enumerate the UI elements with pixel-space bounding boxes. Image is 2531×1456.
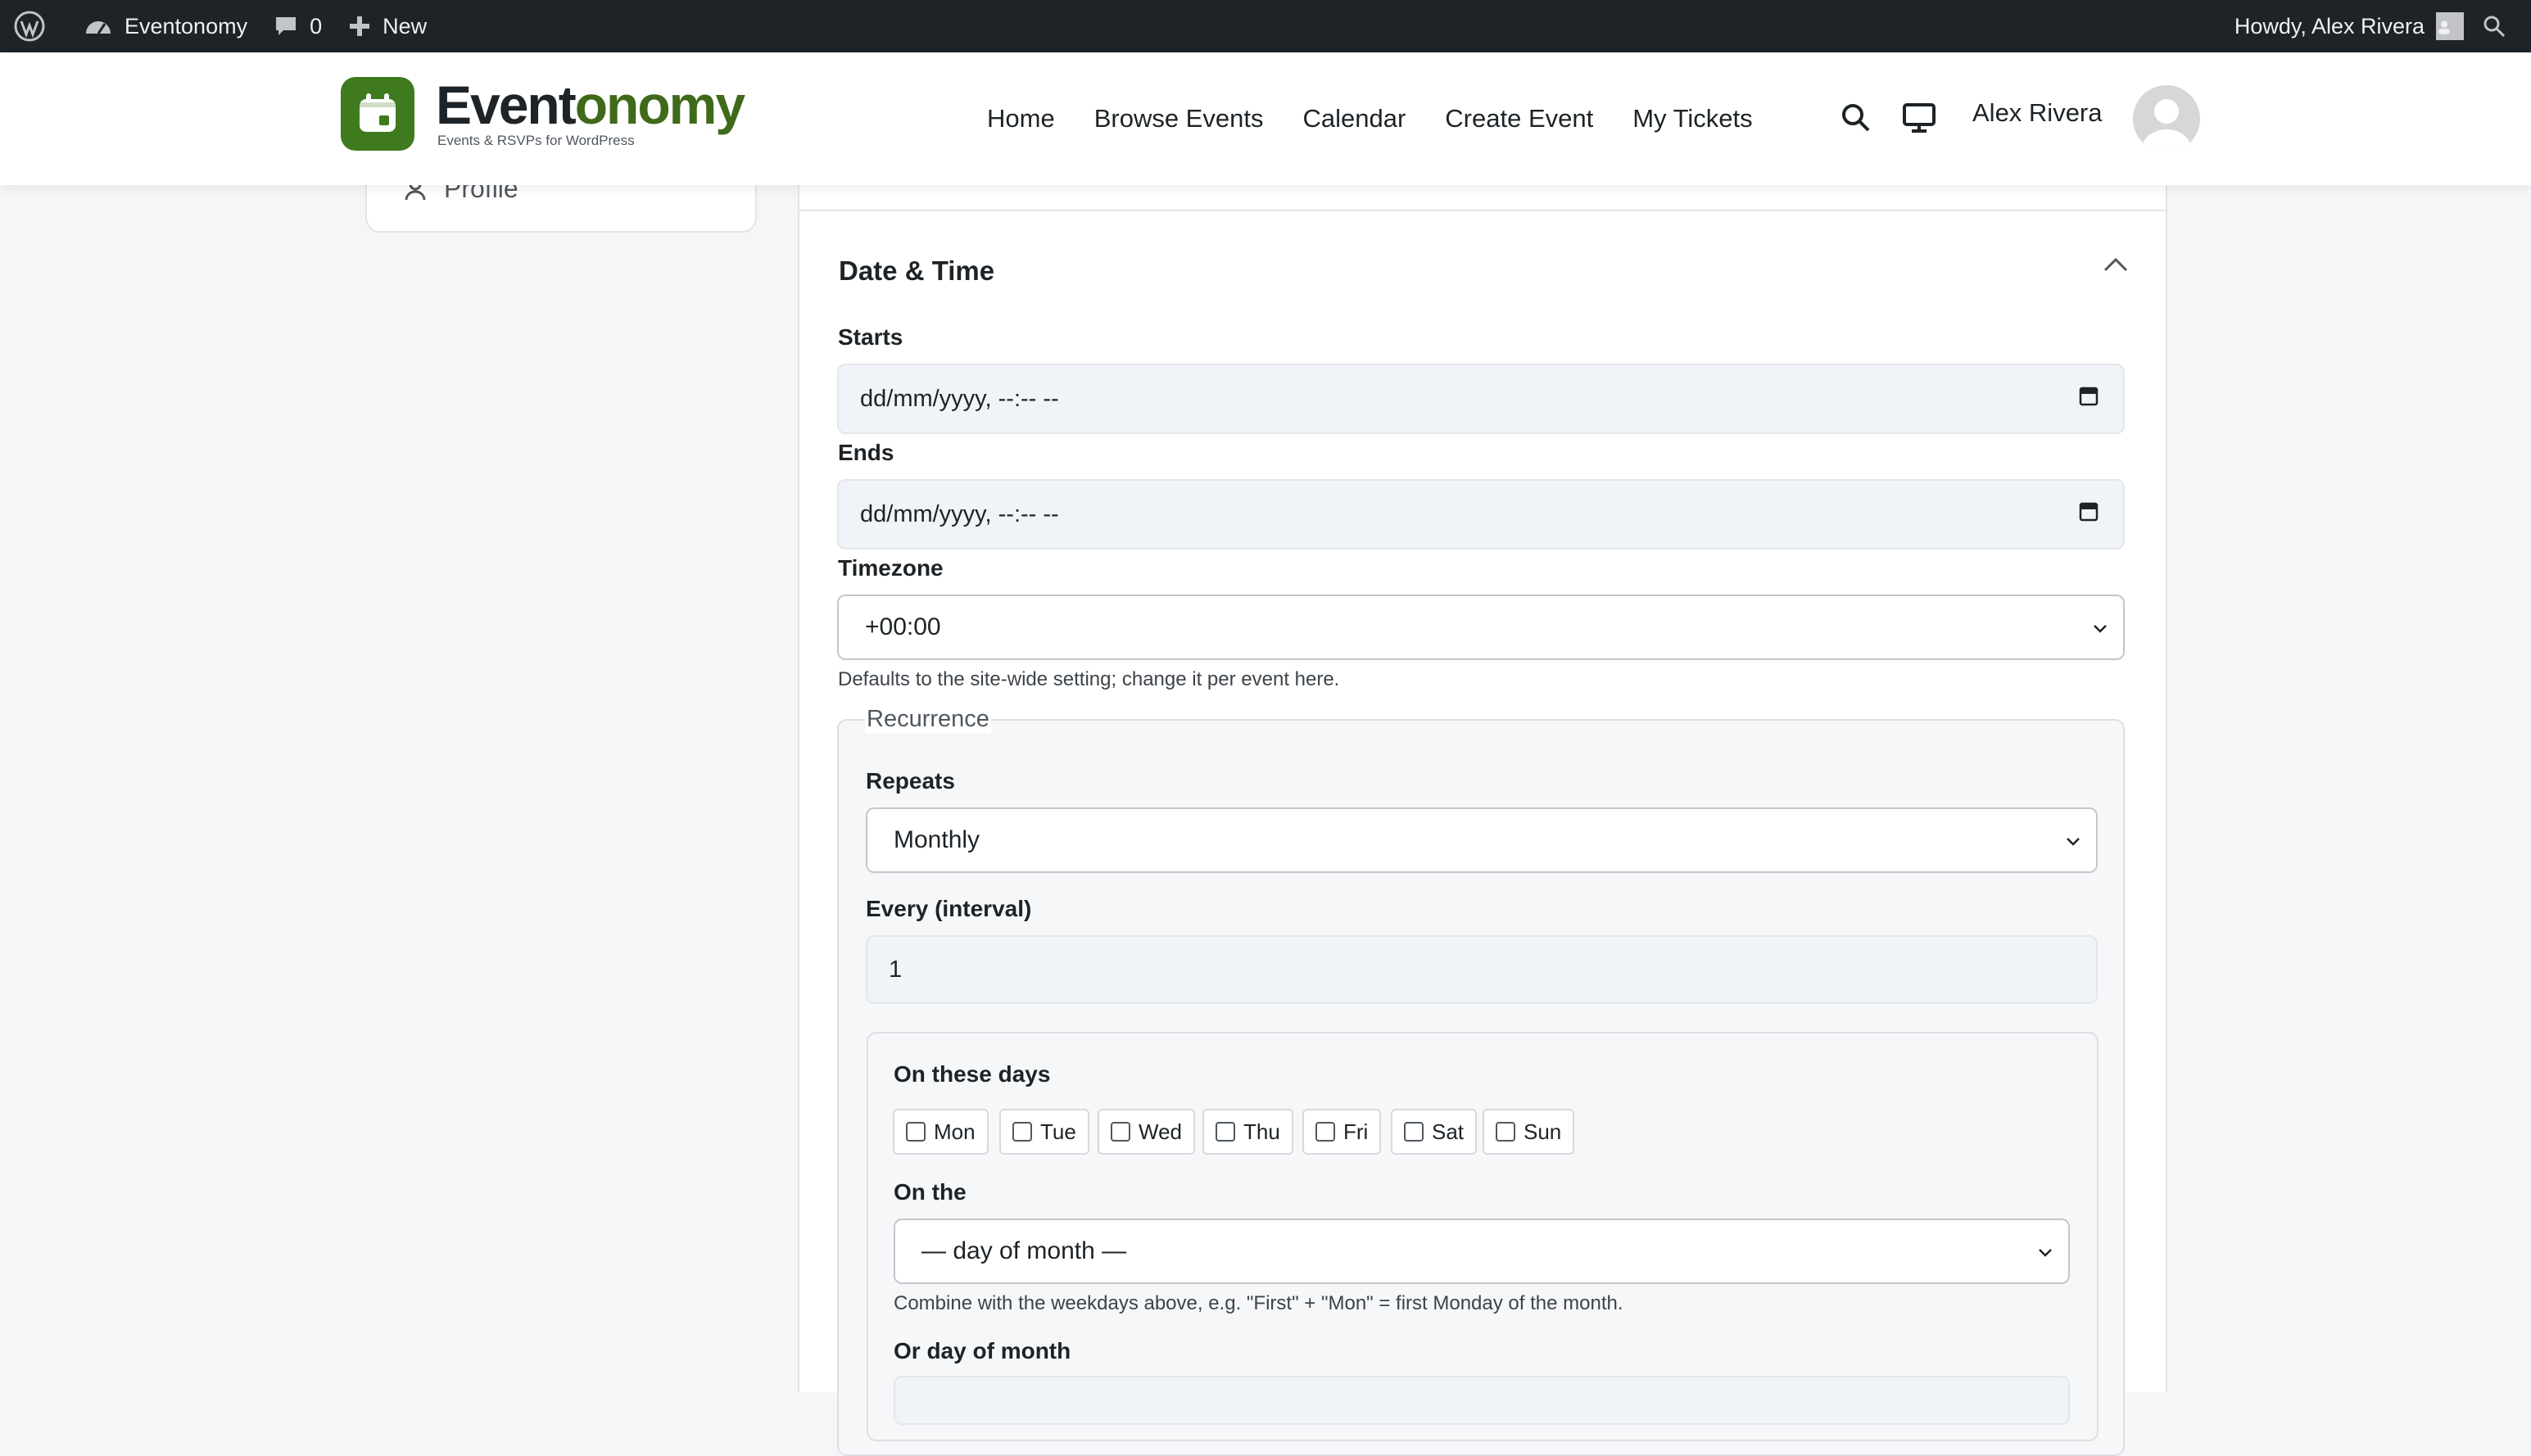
checkbox[interactable] bbox=[1216, 1122, 1235, 1142]
day-checkbox-sat[interactable]: Sat bbox=[1391, 1109, 1478, 1155]
wordpress-icon bbox=[14, 11, 45, 42]
checkbox[interactable] bbox=[1496, 1122, 1515, 1142]
collapse-section-button[interactable] bbox=[2102, 255, 2130, 278]
day-checkbox-fri[interactable]: Fri bbox=[1302, 1109, 1382, 1155]
header-search-button[interactable] bbox=[1840, 102, 1872, 138]
new-content-link[interactable]: New bbox=[335, 0, 440, 52]
day-checkbox-wed[interactable]: Wed bbox=[1098, 1109, 1195, 1155]
section-divider bbox=[799, 210, 2166, 211]
checkbox[interactable] bbox=[906, 1122, 926, 1142]
logo-word-onomy: onomy bbox=[574, 75, 745, 135]
logo-wordmark[interactable]: Eventonomy bbox=[436, 72, 745, 138]
day-checkbox-mon[interactable]: Mon bbox=[893, 1109, 989, 1155]
chevron-down-icon bbox=[2092, 613, 2108, 641]
howdy-text: Howdy, Alex Rivera bbox=[2234, 13, 2425, 38]
main-nav: Home Browse Events Calendar Create Event… bbox=[987, 52, 1753, 185]
site-name: Eventonomy bbox=[125, 13, 248, 38]
plus-icon bbox=[350, 16, 370, 36]
starts-datetime-input[interactable]: dd/mm/yyyy, --:-- -- bbox=[837, 364, 2125, 434]
chevron-down-icon bbox=[2037, 1237, 2053, 1265]
logo-word-event: Event bbox=[436, 75, 577, 135]
search-icon bbox=[2483, 16, 2506, 38]
header-user-name[interactable]: Alex Rivera bbox=[1972, 98, 2103, 128]
ends-datetime-input[interactable]: dd/mm/yyyy, --:-- -- bbox=[837, 479, 2125, 549]
nav-calendar[interactable]: Calendar bbox=[1302, 104, 1406, 133]
repeats-select[interactable]: Monthly bbox=[866, 807, 2098, 873]
checkbox[interactable] bbox=[1404, 1122, 1424, 1142]
timezone-value: +00:00 bbox=[865, 613, 941, 640]
checkbox[interactable] bbox=[1012, 1122, 1032, 1142]
day-label: Sun bbox=[1524, 1119, 1562, 1144]
logo-calendar-icon[interactable] bbox=[341, 77, 414, 151]
day-checkbox-thu[interactable]: Thu bbox=[1202, 1109, 1293, 1155]
repeats-label: Repeats bbox=[866, 768, 955, 794]
day-of-month-input[interactable] bbox=[894, 1376, 2070, 1425]
interval-label: Every (interval) bbox=[866, 896, 1032, 921]
wordpress-logo-button[interactable] bbox=[0, 0, 70, 52]
on-the-value: — day of month — bbox=[921, 1237, 1127, 1264]
comments-link[interactable]: 0 bbox=[260, 0, 335, 52]
section-title[interactable]: Date & Time bbox=[839, 255, 994, 287]
day-label: Sat bbox=[1432, 1119, 1465, 1144]
nav-my-tickets[interactable]: My Tickets bbox=[1632, 104, 1752, 133]
user-avatar-icon[interactable] bbox=[2133, 85, 2200, 152]
ends-label: Ends bbox=[838, 440, 894, 465]
day-label: Wed bbox=[1139, 1119, 1182, 1144]
calendar-picker-icon[interactable] bbox=[2079, 385, 2099, 413]
starts-value: dd/mm/yyyy, --:-- -- bbox=[860, 385, 1059, 412]
admin-bar: Eventonomy 0 New Howdy, Alex Rivera bbox=[0, 0, 2531, 52]
timezone-help-text: Defaults to the site-wide setting; chang… bbox=[838, 668, 1340, 690]
site-header: Eventonomy Events & RSVPs for WordPress … bbox=[0, 52, 2531, 185]
nav-home[interactable]: Home bbox=[987, 104, 1055, 133]
admin-search-button[interactable] bbox=[2474, 0, 2531, 52]
interval-input[interactable]: 1 bbox=[866, 935, 2098, 1004]
day-label: Thu bbox=[1243, 1119, 1280, 1144]
day-label: Fri bbox=[1343, 1119, 1369, 1144]
day-checkbox-sun[interactable]: Sun bbox=[1483, 1109, 1575, 1155]
day-checkbox-tue[interactable]: Tue bbox=[999, 1109, 1089, 1155]
my-account-link[interactable]: Howdy, Alex Rivera bbox=[2221, 0, 2474, 52]
day-of-month-label: Or day of month bbox=[894, 1338, 1071, 1363]
comment-icon bbox=[276, 17, 297, 35]
interval-value: 1 bbox=[889, 956, 903, 983]
recurrence-legend: Recurrence bbox=[865, 706, 991, 733]
search-icon bbox=[1842, 104, 1870, 132]
on-the-help-text: Combine with the weekdays above, e.g. "F… bbox=[894, 1292, 1623, 1314]
display-mode-button[interactable] bbox=[1902, 102, 1936, 138]
repeats-value: Monthly bbox=[894, 826, 980, 853]
day-label: Mon bbox=[934, 1119, 976, 1144]
checkbox[interactable] bbox=[1111, 1122, 1130, 1142]
nav-create-event[interactable]: Create Event bbox=[1445, 104, 1593, 133]
on-the-select[interactable]: — day of month — bbox=[894, 1219, 2070, 1284]
timezone-select[interactable]: +00:00 bbox=[837, 595, 2125, 660]
admin-avatar-icon bbox=[2436, 12, 2464, 40]
checkbox[interactable] bbox=[1315, 1122, 1335, 1142]
dashboard-icon bbox=[86, 21, 111, 34]
calendar-picker-icon[interactable] bbox=[2079, 500, 2099, 528]
logo-tagline: Events & RSVPs for WordPress bbox=[437, 133, 635, 148]
monitor-icon bbox=[1903, 103, 1936, 133]
starts-label: Starts bbox=[838, 324, 903, 350]
ends-value: dd/mm/yyyy, --:-- -- bbox=[860, 500, 1059, 527]
nav-browse-events[interactable]: Browse Events bbox=[1094, 104, 1264, 133]
chevron-down-icon bbox=[2065, 826, 2081, 854]
on-the-label: On the bbox=[894, 1179, 967, 1205]
new-label: New bbox=[383, 13, 428, 38]
comments-count: 0 bbox=[310, 13, 323, 38]
day-label: Tue bbox=[1040, 1119, 1076, 1144]
timezone-label: Timezone bbox=[838, 555, 944, 581]
days-label: On these days bbox=[894, 1061, 1051, 1087]
chevron-up-icon bbox=[2103, 257, 2128, 272]
site-name-link[interactable]: Eventonomy bbox=[70, 0, 260, 52]
